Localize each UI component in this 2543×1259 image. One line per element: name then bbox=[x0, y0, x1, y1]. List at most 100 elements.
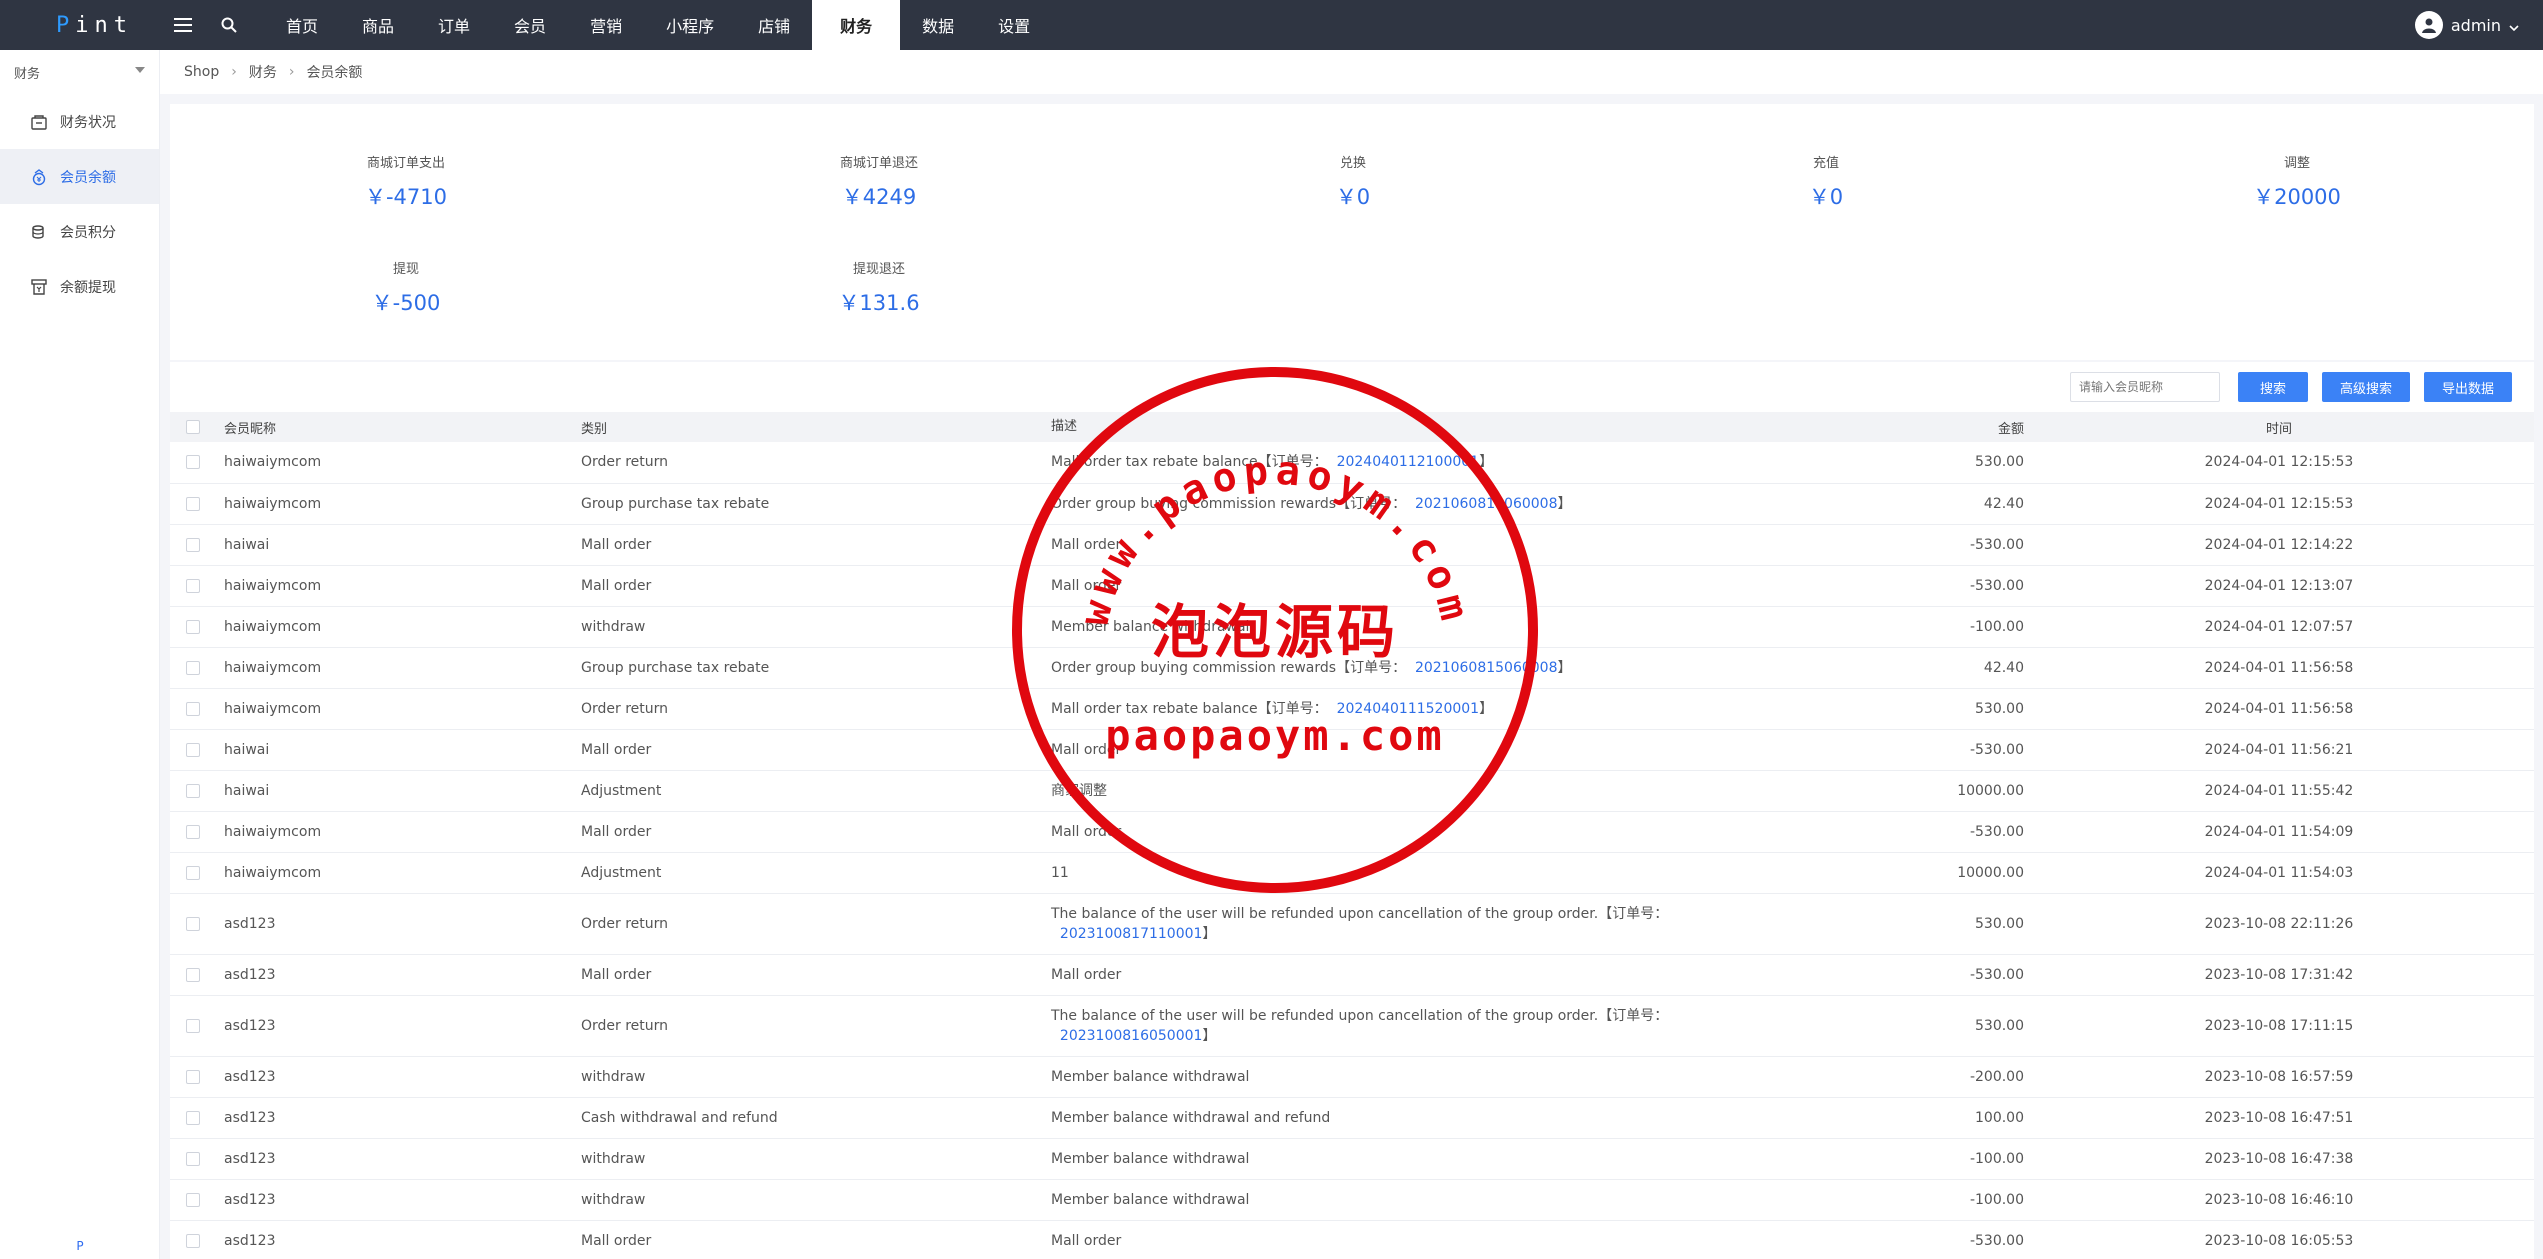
row-checkbox[interactable] bbox=[186, 967, 200, 982]
stat-label: 调整 bbox=[2283, 156, 2310, 171]
order-number-link[interactable]: 2024040112100001 bbox=[1337, 454, 1480, 470]
sidebar-item[interactable]: 余额提现 bbox=[0, 259, 159, 314]
breadcrumb-item-finance[interactable]: 财务 bbox=[249, 62, 277, 82]
cell-type: withdraw bbox=[579, 1056, 1049, 1098]
nav-item[interactable]: 店铺 bbox=[736, 0, 812, 50]
description-text: Mall order tax rebate balance【订单号： bbox=[1051, 454, 1328, 471]
cell-time: 2023-10-08 16:47:51 bbox=[2024, 1097, 2534, 1139]
description-text: 商家调整 bbox=[1051, 782, 1107, 799]
table-row[interactable]: haiwaiymcom Group purchase tax rebate Orde… bbox=[170, 483, 2534, 525]
nav-item[interactable]: 订单 bbox=[416, 0, 492, 50]
breadcrumb: Shop › 财务 › 会员余额 bbox=[160, 50, 2543, 94]
table-row[interactable]: haiwai Mall order Mall order -530.00 2024-04… bbox=[170, 524, 2534, 566]
table-row[interactable]: asd123 Mall order Mall order -530.00 2023-10… bbox=[170, 1220, 2534, 1259]
stat-value: ￥0 bbox=[1808, 185, 1844, 209]
order-number-link[interactable]: 2021060815060008 bbox=[1415, 660, 1558, 676]
select-all-checkbox[interactable] bbox=[186, 420, 200, 434]
row-checkbox[interactable] bbox=[186, 1069, 200, 1084]
row-checkbox[interactable] bbox=[186, 1110, 200, 1125]
cell-type: Order return bbox=[579, 893, 1049, 955]
sidebar-item[interactable]: 会员积分 bbox=[0, 204, 159, 259]
table-row[interactable]: asd123 withdraw Member balance withdrawal -… bbox=[170, 1179, 2534, 1221]
description-text: Mall order tax rebate balance【订单号： bbox=[1051, 700, 1328, 717]
row-checkbox[interactable] bbox=[186, 1018, 200, 1033]
search-button[interactable]: 搜索 bbox=[2237, 372, 2308, 402]
cell-amount: 42.40 bbox=[1814, 483, 2024, 525]
table-row[interactable]: asd123 Order return The balance of the use… bbox=[170, 893, 2534, 955]
cell-nickname: asd123 bbox=[224, 1179, 579, 1221]
nav-item[interactable]: 数据 bbox=[900, 0, 976, 50]
breadcrumb-item-shop[interactable]: Shop bbox=[184, 64, 219, 80]
breadcrumb-item-current: 会员余额 bbox=[306, 65, 363, 81]
cell-type: Mall order bbox=[579, 954, 1049, 996]
row-checkbox[interactable] bbox=[186, 496, 200, 511]
row-checkbox[interactable] bbox=[186, 742, 200, 757]
sidebar-section-header[interactable]: 财务 bbox=[0, 50, 159, 94]
row-checkbox[interactable] bbox=[186, 619, 200, 634]
app-logo[interactable]: Pint bbox=[0, 0, 160, 50]
sidebar-item[interactable]: 会员余额 bbox=[0, 149, 159, 204]
nav-item[interactable]: 营销 bbox=[568, 0, 644, 50]
row-checkbox[interactable] bbox=[186, 701, 200, 716]
user-menu[interactable]: admin bbox=[2414, 0, 2519, 50]
stat-recharge: 充值 ￥0 bbox=[1726, 152, 1926, 211]
cell-time: 2024-04-01 12:15:53 bbox=[2024, 442, 2534, 484]
table-row[interactable]: asd123 Mall order Mall order -530.00 2023-10… bbox=[170, 954, 2534, 996]
table-row[interactable]: haiwaiymcom Mall order Mall order -530.00 20… bbox=[170, 565, 2534, 607]
nav-item[interactable]: 财务 bbox=[812, 0, 901, 50]
advanced-search-button[interactable]: 高级搜索 bbox=[2321, 372, 2410, 402]
table-row[interactable]: haiwaiymcom Group purchase tax rebate Orde… bbox=[170, 647, 2534, 689]
nav-item[interactable]: 首页 bbox=[264, 0, 340, 50]
sidebar-item[interactable]: 财务状况 bbox=[0, 94, 159, 149]
cell-type: Order return bbox=[579, 688, 1049, 730]
sidebar-item-label: 会员积分 bbox=[60, 224, 116, 241]
row-checkbox[interactable] bbox=[186, 537, 200, 552]
export-data-button[interactable]: 导出数据 bbox=[2423, 372, 2512, 402]
nav-item[interactable]: 商品 bbox=[340, 0, 416, 50]
user-name: admin bbox=[2450, 15, 2501, 35]
table-row[interactable]: haiwaiymcom Mall order Mall order -530.00 20… bbox=[170, 811, 2534, 853]
row-checkbox[interactable] bbox=[186, 660, 200, 675]
row-checkbox[interactable] bbox=[186, 783, 200, 798]
cell-time: 2023-10-08 16:46:10 bbox=[2024, 1179, 2534, 1221]
order-number-link[interactable]: 2023100816050001 bbox=[1060, 1028, 1203, 1044]
table-row[interactable]: haiwaiymcom Order return Mall order tax re… bbox=[170, 688, 2534, 730]
description-suffix: 】 bbox=[1557, 659, 1572, 676]
cell-type: withdraw bbox=[579, 1138, 1049, 1180]
nav-item[interactable]: 小程序 bbox=[644, 0, 736, 50]
nav-item[interactable]: 会员 bbox=[492, 0, 568, 50]
row-checkbox[interactable] bbox=[186, 578, 200, 593]
row-checkbox[interactable] bbox=[186, 1233, 200, 1248]
cell-time: 2024-04-01 11:56:58 bbox=[2024, 647, 2534, 689]
description-text: Mall order bbox=[1051, 577, 1122, 594]
table-row[interactable]: asd123 Order return The balance of the use… bbox=[170, 995, 2534, 1057]
nav-item[interactable]: 设置 bbox=[976, 0, 1052, 50]
row-checkbox[interactable] bbox=[186, 455, 200, 470]
search-icon[interactable] bbox=[206, 0, 252, 50]
table-row[interactable]: haiwaiymcom withdraw Member balance withdr… bbox=[170, 606, 2534, 648]
table-row[interactable]: haiwai Adjustment 商家调整 10000.00 2024-04-01 1… bbox=[170, 770, 2534, 812]
sidebar-item-label: 财务状况 bbox=[60, 114, 116, 131]
table-row[interactable]: asd123 withdraw Member balance withdrawal -… bbox=[170, 1138, 2534, 1180]
order-number-link[interactable]: 2024040111520001 bbox=[1337, 701, 1480, 717]
cell-description: Order group buying commission rewards【订单… bbox=[1049, 647, 1814, 689]
menu-toggle-icon[interactable] bbox=[160, 0, 206, 50]
cell-nickname: asd123 bbox=[224, 1097, 579, 1139]
cell-description: Mall order bbox=[1049, 524, 1814, 566]
stat-value: ￥0 bbox=[1335, 185, 1371, 209]
order-number-link[interactable]: 2023100817110001 bbox=[1060, 926, 1203, 942]
member-nickname-search-input[interactable] bbox=[2069, 372, 2220, 402]
cell-time: 2023-10-08 16:47:38 bbox=[2024, 1138, 2534, 1180]
row-checkbox[interactable] bbox=[186, 1192, 200, 1207]
table-row[interactable]: asd123 withdraw Member balance withdrawal -… bbox=[170, 1056, 2534, 1098]
table-row[interactable]: haiwai Mall order Mall order -530.00 2024-04… bbox=[170, 729, 2534, 771]
row-checkbox[interactable] bbox=[186, 865, 200, 880]
cell-description: Member balance withdrawal bbox=[1049, 1138, 1814, 1180]
table-row[interactable]: haiwaiymcom Order return Mall order tax re… bbox=[170, 442, 2534, 484]
row-checkbox[interactable] bbox=[186, 916, 200, 931]
row-checkbox[interactable] bbox=[186, 1151, 200, 1166]
table-row[interactable]: haiwaiymcom Adjustment 11 10000.00 2024-04-0… bbox=[170, 852, 2534, 894]
row-checkbox[interactable] bbox=[186, 824, 200, 839]
order-number-link[interactable]: 2021060815060008 bbox=[1415, 496, 1558, 512]
table-row[interactable]: asd123 Cash withdrawal and refund Member b… bbox=[170, 1097, 2534, 1139]
